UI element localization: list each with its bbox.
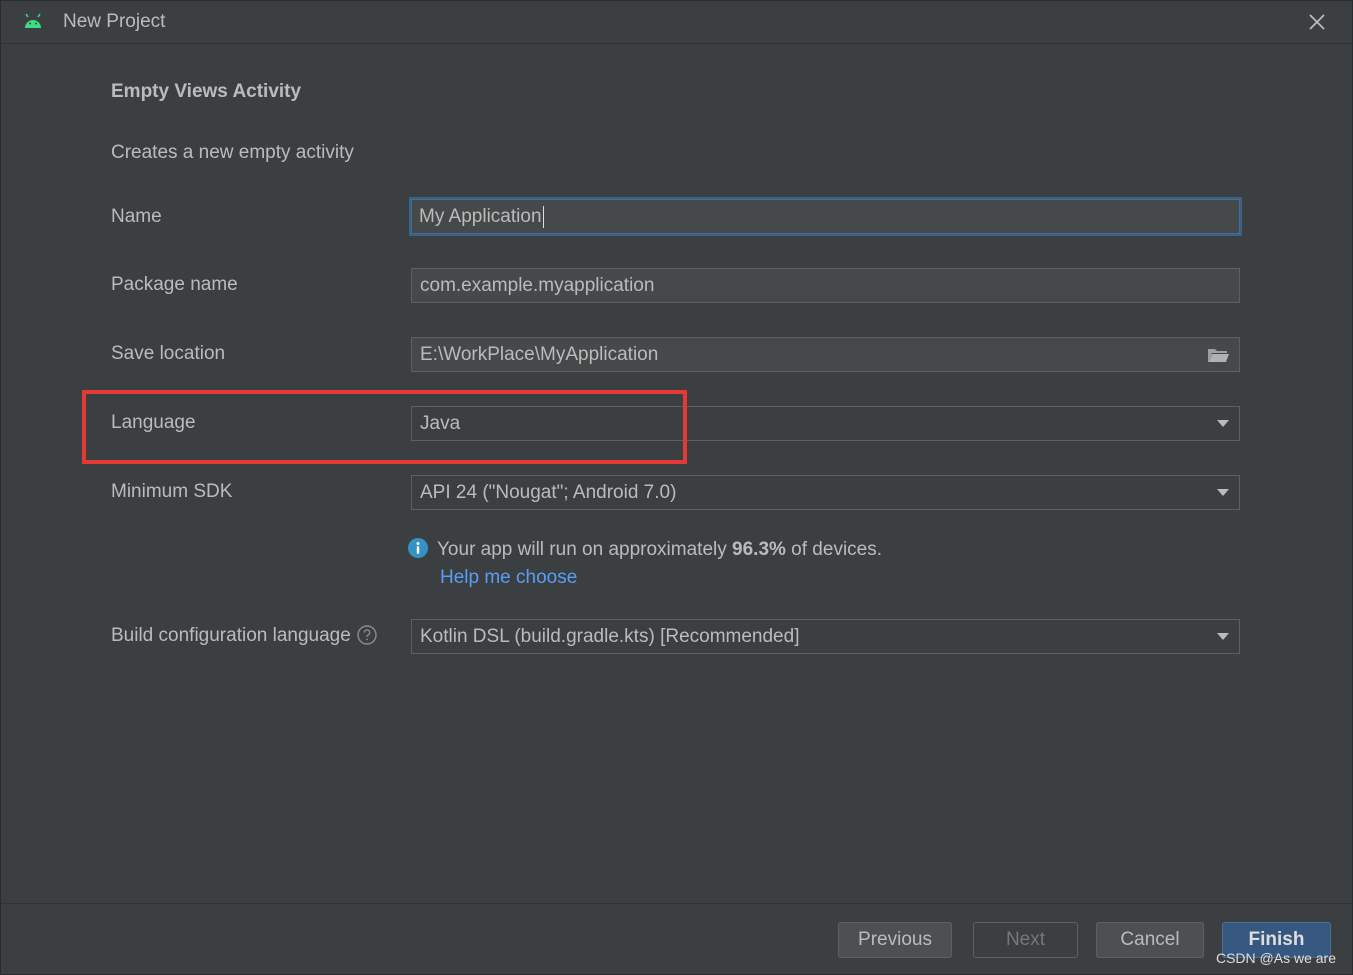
template-description: Creates a new empty activity	[111, 142, 354, 163]
annotation-highlight-box	[82, 390, 687, 464]
package-name-value: com.example.myapplication	[420, 275, 655, 296]
info-percent: 96.3%	[732, 539, 786, 560]
new-project-dialog: New Project Empty Views Activity Creates…	[0, 0, 1353, 975]
save-location-input[interactable]: E:\WorkPlace\MyApplication	[411, 337, 1240, 372]
watermark: CSDN @As we are	[1215, 950, 1336, 966]
previous-button[interactable]: Previous	[838, 922, 952, 958]
title-bar: New Project	[1, 1, 1352, 44]
next-button[interactable]: Next	[973, 922, 1078, 958]
help-me-choose-link[interactable]: Help me choose	[440, 567, 577, 589]
build-config-label-row: Build configuration language	[111, 625, 377, 647]
minimum-sdk-select-value: API 24 ("Nougat"; Android 7.0)	[420, 482, 677, 503]
window-title: New Project	[63, 11, 166, 32]
close-icon[interactable]	[1306, 11, 1328, 33]
info-suffix: of devices.	[785, 539, 883, 560]
android-icon	[25, 13, 41, 28]
footer-divider	[1, 903, 1352, 904]
help-circle-icon[interactable]	[357, 625, 377, 645]
build-config-select[interactable]: Kotlin DSL (build.gradle.kts) [Recommend…	[411, 619, 1240, 654]
text-caret	[542, 205, 544, 228]
folder-icon[interactable]	[1206, 345, 1230, 365]
info-prefix: Your app will run on approximately	[437, 539, 733, 560]
info-icon	[408, 538, 428, 558]
build-config-label: Build configuration language	[111, 625, 351, 646]
name-input[interactable]: My Application	[409, 197, 1242, 236]
name-input-value: My Application	[419, 206, 542, 227]
chevron-down-icon	[1217, 489, 1229, 496]
save-location-value: E:\WorkPlace\MyApplication	[420, 344, 659, 365]
package-name-label: Package name	[111, 274, 238, 295]
chevron-down-icon	[1217, 420, 1229, 427]
name-label: Name	[111, 206, 162, 227]
device-coverage-info: Your app will run on approximately 96.3%…	[407, 537, 882, 561]
build-config-select-value: Kotlin DSL (build.gradle.kts) [Recommend…	[420, 626, 800, 647]
minimum-sdk-select[interactable]: API 24 ("Nougat"; Android 7.0)	[411, 475, 1240, 510]
package-name-input[interactable]: com.example.myapplication	[411, 268, 1240, 303]
cancel-button[interactable]: Cancel	[1096, 922, 1204, 958]
template-heading: Empty Views Activity	[111, 81, 302, 102]
minimum-sdk-label: Minimum SDK	[111, 481, 233, 502]
chevron-down-icon	[1217, 633, 1229, 640]
save-location-label: Save location	[111, 343, 226, 364]
